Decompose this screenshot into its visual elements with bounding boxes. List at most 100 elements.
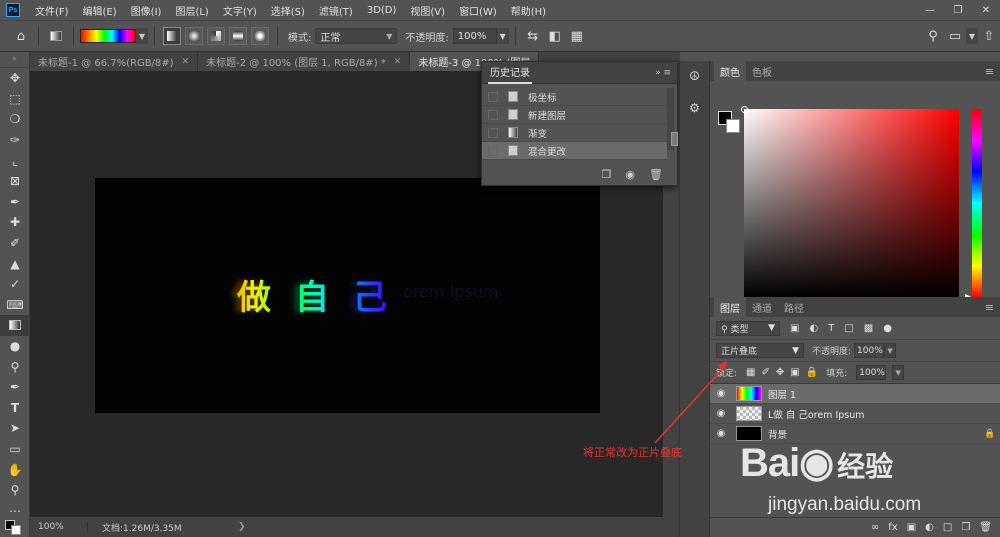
menu-select[interactable]: 选择(S) [264, 3, 312, 18]
layer-name[interactable]: 图层 1 [768, 387, 1000, 401]
trash-icon[interactable]: 🗑 [649, 168, 663, 181]
minimize-icon[interactable]: — [916, 0, 944, 20]
shape-filter-icon[interactable]: □ [844, 323, 853, 334]
transparency-icon[interactable]: ▦ [566, 25, 588, 47]
fx-icon[interactable]: fx [888, 522, 897, 533]
tab-swatches[interactable]: 色板 [746, 61, 778, 81]
fill-input[interactable]: 100% [856, 365, 887, 380]
document-canvas[interactable]: 做 自 己 orem Ipsum [95, 178, 600, 413]
color-picker-handle[interactable] [741, 106, 748, 113]
new-layer-icon[interactable]: ❐ [961, 522, 970, 533]
fg-bg-swatches[interactable] [5, 520, 25, 536]
gradient-preview[interactable] [80, 29, 136, 43]
trash-icon[interactable]: 🗑 [979, 522, 992, 533]
zoom-icon[interactable]: ⚲ [0, 480, 30, 501]
visibility-eye-icon[interactable]: ◉ [710, 388, 732, 399]
chevron-down-icon[interactable]: ▼ [496, 28, 509, 44]
opacity-input[interactable]: 100% [452, 28, 497, 44]
radial-gradient-button[interactable] [185, 27, 203, 45]
kind-filter-select[interactable]: ⚲ 类型 ▼ [716, 320, 780, 336]
link-icon[interactable]: ∞ [871, 522, 879, 533]
mask-icon[interactable]: ▣ [907, 522, 916, 533]
history-checkbox[interactable] [488, 127, 498, 138]
diamond-gradient-button[interactable] [251, 27, 269, 45]
color-field[interactable] [744, 109, 959, 297]
blur-icon[interactable]: ● [0, 336, 30, 357]
history-checkbox[interactable] [488, 91, 498, 102]
history-item[interactable]: 新建图层 [482, 106, 667, 124]
chevron-down-icon[interactable]: ▼ [136, 28, 148, 44]
visibility-eye-icon[interactable]: ◉ [710, 428, 732, 439]
history-brush-icon[interactable]: ✓ [0, 274, 30, 295]
rectangle-icon[interactable]: ▭ [0, 439, 30, 460]
lock-paint-icon[interactable]: ✐ [762, 367, 770, 378]
hand-icon[interactable]: ✋ [0, 459, 30, 480]
more-icon[interactable]: ⋯ [0, 500, 30, 521]
stamp-icon[interactable]: ▲ [0, 253, 30, 274]
tab-layers[interactable]: 图层 [714, 297, 746, 317]
eraser-icon[interactable]: ⌨ [0, 295, 30, 316]
healing-icon[interactable]: ✚ [0, 212, 30, 233]
adjustment-filter-icon[interactable]: ◐ [809, 323, 818, 334]
blend-mode-select[interactable]: 正片叠底 ▼ [716, 343, 804, 358]
menu-file[interactable]: 文件(F) [28, 3, 76, 18]
marquee-icon[interactable]: ⬚ [0, 89, 30, 110]
brush-icon[interactable]: ✐ [0, 233, 30, 254]
history-item[interactable]: 渐变 [482, 124, 667, 142]
menu-help[interactable]: 帮助(H) [504, 3, 553, 18]
close-icon[interactable]: ✕ [394, 57, 402, 67]
history-checkbox[interactable] [488, 145, 498, 156]
menu-filter[interactable]: 滤镜(T) [312, 3, 360, 18]
home-icon[interactable]: ⌂ [10, 25, 32, 47]
lasso-icon[interactable]: ❍ [0, 109, 30, 130]
properties-panel-icon[interactable]: ⚙ [684, 97, 706, 119]
lock-artboard-icon[interactable]: ▣ [790, 367, 799, 378]
zoom-level[interactable]: 100% [30, 522, 88, 532]
panel-grip[interactable]: » [0, 52, 29, 68]
folder-icon[interactable]: □ [943, 522, 952, 533]
tab-color[interactable]: 颜色 [714, 61, 746, 81]
history-item[interactable]: 极坐标 [482, 88, 667, 106]
search-icon[interactable]: ⚲ [922, 25, 944, 47]
gradient-icon[interactable] [0, 315, 30, 336]
layer-name[interactable]: L做 自 己orem Ipsum [768, 407, 1000, 421]
filter-toggle-icon[interactable]: ● [883, 323, 892, 334]
hue-slider[interactable] [972, 109, 982, 297]
layer-name[interactable]: 背景 [768, 427, 980, 441]
dodge-icon[interactable]: ⚲ [0, 356, 30, 377]
panel-menu-icon[interactable]: ≡ [985, 65, 994, 78]
quick-select-icon[interactable]: ✑ [0, 130, 30, 151]
panel-menu-icon[interactable]: ≡ [985, 301, 994, 314]
menu-type[interactable]: 文字(Y) [216, 3, 264, 18]
lock-transparent-icon[interactable]: ▦ [746, 367, 755, 378]
menu-3d[interactable]: 3D(D) [360, 5, 404, 16]
close-icon[interactable]: ✕ [972, 0, 1000, 20]
tool-preset-icon[interactable] [45, 25, 67, 47]
chevron-down-icon[interactable]: ▼ [966, 28, 978, 44]
menu-image[interactable]: 图像(I) [124, 3, 169, 18]
dither-icon[interactable]: ◧ [544, 25, 566, 47]
menu-layer[interactable]: 图层(L) [168, 3, 215, 18]
history-panel-icon[interactable]: ☮ [684, 65, 706, 87]
adjustment-icon[interactable]: ◐ [925, 522, 934, 533]
tab-doc-2[interactable]: 未标题-2 @ 100% (图层 1, RGB/8#) * ✕ [198, 52, 411, 71]
linear-gradient-button[interactable] [163, 27, 181, 45]
share-icon[interactable]: ⇧ [978, 25, 1000, 47]
reflected-gradient-button[interactable] [229, 27, 247, 45]
menu-window[interactable]: 窗口(W) [452, 3, 504, 18]
reverse-icon[interactable]: ⇆ [522, 25, 544, 47]
eyedropper-icon[interactable]: ✒ [0, 192, 30, 213]
tab-channels[interactable]: 通道 [746, 297, 778, 317]
chevron-down-icon[interactable]: ▼ [892, 365, 905, 380]
lock-all-icon[interactable]: 🔒 [806, 367, 818, 378]
path-select-icon[interactable]: ➤ [0, 418, 30, 439]
image-filter-icon[interactable]: ▣ [790, 323, 799, 334]
menu-edit[interactable]: 编辑(E) [76, 3, 124, 18]
scroll-thumb[interactable] [671, 132, 678, 146]
lock-position-icon[interactable]: ✥ [776, 367, 784, 378]
chevron-down-icon[interactable]: ▼ [884, 343, 897, 358]
visibility-eye-icon[interactable]: ◉ [710, 408, 732, 419]
camera-icon[interactable]: ◉ [625, 168, 635, 181]
type-icon[interactable]: T [0, 398, 30, 419]
menu-view[interactable]: 视图(V) [403, 3, 452, 18]
